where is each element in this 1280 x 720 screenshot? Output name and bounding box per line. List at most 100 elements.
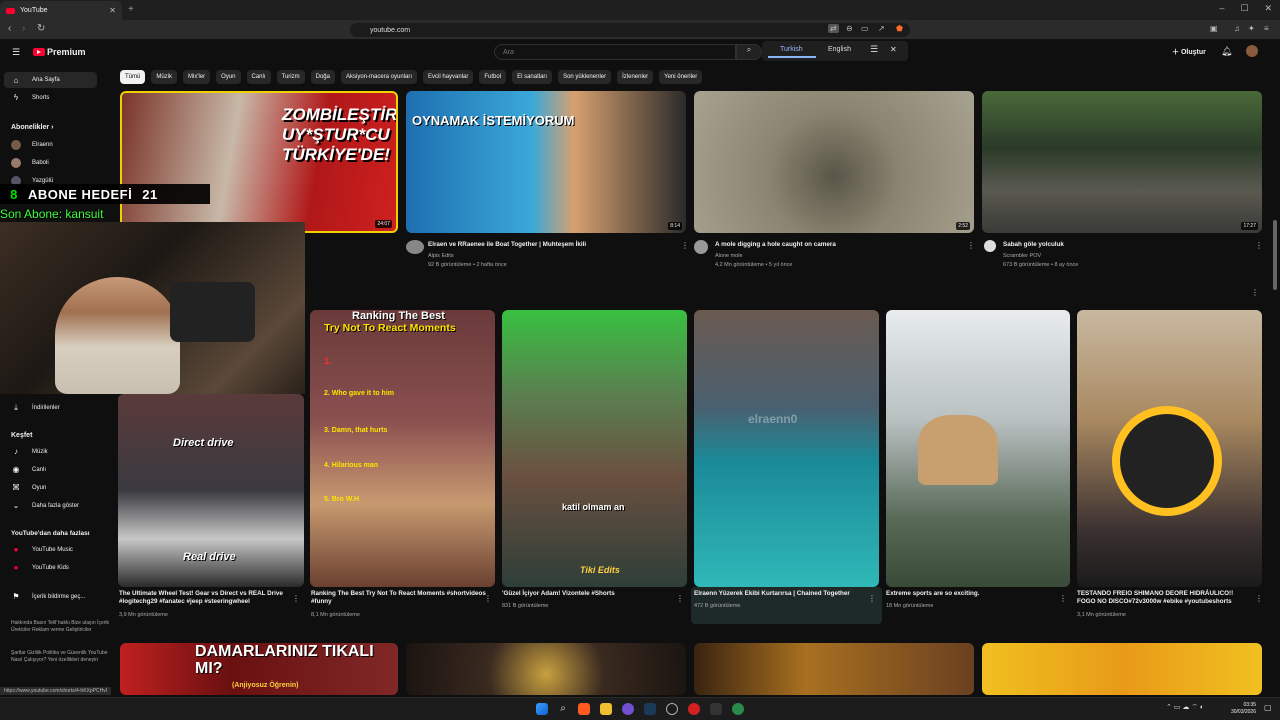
zoom-icon[interactable]: ⊖ (846, 24, 853, 33)
back-icon[interactable]: ‹ (8, 23, 11, 34)
video-thumbnail[interactable] (406, 643, 686, 695)
notifications-bell-icon[interactable]: 🔔︎ (1221, 46, 1232, 57)
short-title[interactable]: TESTANDO FREIO SHIMANO DEORE HIDRÁULICO!… (1077, 590, 1252, 606)
sidebar-item-live[interactable]: ◉ Canlı (11, 465, 47, 474)
short-title[interactable]: 'Güzel İçiyor Adam! Vizontele #Shorts (502, 590, 677, 598)
chip[interactable]: Oyun (216, 70, 241, 84)
translate-from-tab[interactable]: Turkish (780, 46, 803, 53)
menu-icon[interactable]: ≡ (1264, 24, 1269, 33)
discord-icon[interactable] (622, 703, 634, 715)
url-field[interactable]: youtube.com (350, 23, 910, 37)
start-icon[interactable] (536, 703, 548, 715)
sidebar-toggle-icon[interactable]: ▣ (1210, 24, 1218, 33)
short-title[interactable]: The Ultimate Wheel Test! Gear vs Direct … (119, 590, 294, 606)
video-thumbnail[interactable] (982, 643, 1262, 695)
taskbar-search-icon[interactable]: ⌕ (557, 703, 569, 715)
channel-avatar[interactable] (406, 240, 424, 254)
more-options-icon[interactable]: ⋮ (1255, 594, 1263, 603)
video-thumbnail[interactable]: OYNAMAK İSTEMİYORUM 8:14 (406, 91, 686, 233)
channel-name[interactable]: Alpis Edits (428, 252, 454, 260)
sidebar-item-report[interactable]: ⚑ İçerik bildirme geç... (11, 592, 85, 601)
brave-shield-icon[interactable]: ⬟ (896, 24, 903, 33)
short-thumbnail[interactable] (886, 310, 1070, 587)
more-options-icon[interactable]: ⋮ (484, 594, 492, 603)
more-options-icon[interactable]: ⋮ (676, 594, 684, 603)
chip[interactable]: Yeni öneriler (659, 70, 703, 84)
video-title[interactable]: Elraen ve RRaenee ile Boat Together | Mu… (428, 241, 586, 249)
video-thumbnail[interactable] (694, 643, 974, 695)
translate-close-icon[interactable]: ✕ (890, 45, 897, 54)
page-scrollbar[interactable] (1273, 220, 1277, 290)
sidebar-item-yt-music[interactable]: ● YouTube Music (11, 545, 73, 554)
more-options-icon[interactable]: ⋮ (868, 594, 876, 603)
chip[interactable]: Evcil hayvanlar (423, 70, 474, 84)
new-tab-button[interactable]: + (128, 4, 134, 15)
translate-icon[interactable]: ⇄ (828, 24, 839, 33)
chip[interactable]: El sanatları (512, 70, 553, 84)
browser-tab[interactable]: YouTube ✕ (0, 1, 122, 20)
footer-links-1[interactable]: Hakkında Basın Telif hakkı Bize ulaşın İ… (11, 620, 111, 633)
short-title[interactable]: Extreme sports are so exciting. (886, 590, 1061, 598)
translate-menu-icon[interactable]: ☰ (870, 44, 878, 55)
create-button[interactable]: ＋ Oluştur (1172, 47, 1206, 57)
video-title[interactable]: Sabah göle yolculuk (1003, 241, 1064, 249)
steam-icon[interactable] (644, 703, 656, 715)
short-title[interactable]: Elraenn Yüzerek Ekibi Kurtarırsa | Chain… (694, 590, 869, 598)
chip[interactable]: Müzik (151, 70, 178, 84)
settings-icon[interactable] (666, 703, 678, 715)
sidebar-channel[interactable]: Elraenn (11, 140, 53, 150)
chip[interactable]: Tümü (120, 70, 146, 84)
xbox-icon[interactable] (732, 703, 744, 715)
hamburger-menu-icon[interactable]: ☰ (12, 47, 20, 58)
chip[interactable]: Futbol (479, 70, 507, 84)
search-input[interactable]: Ara (494, 44, 736, 60)
search-button[interactable]: ⌕ (736, 44, 762, 60)
chip[interactable]: Mix'ler (183, 70, 211, 84)
music-icon[interactable]: ♫ (1234, 24, 1240, 33)
video-thumbnail[interactable]: ZOMBİLEŞTİREN UY*ŞTUR*CU TÜRKİYE'DE! 24:… (120, 91, 398, 233)
minimize-icon[interactable]: – (1219, 3, 1224, 14)
short-title[interactable]: Ranking The Best Try Not To React Moment… (311, 590, 486, 606)
chip[interactable]: Turizm (276, 70, 305, 84)
channel-avatar[interactable] (694, 240, 708, 254)
short-thumbnail[interactable]: katil olmam an Tiki Edits (502, 310, 687, 587)
shorts-shelf-options-icon[interactable]: ⋮ (1251, 288, 1259, 297)
channel-avatar[interactable] (984, 240, 996, 252)
tray-icons[interactable]: ⌃ ▭ ☁ ⌔ ◐ (1166, 703, 1204, 712)
sidebar-item-show-more[interactable]: ⌄ Daha fazla göster (11, 501, 79, 510)
short-thumbnail[interactable] (1077, 310, 1262, 587)
forward-icon[interactable]: › (22, 23, 25, 34)
cast-icon[interactable]: ▭ (861, 24, 869, 33)
reload-icon[interactable]: ↻ (37, 23, 45, 34)
close-tab-icon[interactable]: ✕ (109, 6, 116, 15)
youtube-logo[interactable]: Premium (33, 47, 86, 57)
more-options-icon[interactable]: ⋮ (1255, 241, 1263, 250)
chip[interactable]: Doğa (310, 70, 335, 84)
short-thumbnail[interactable]: Direct drive Real drive (118, 394, 304, 587)
brave-icon[interactable] (578, 703, 590, 715)
footer-links-2[interactable]: Şartlar Gizlilik Politika ve Güvenlik Yo… (11, 650, 111, 663)
sidebar-item-music[interactable]: ♪ Müzik (11, 447, 48, 456)
short-thumbnail[interactable]: elraenn0 (694, 310, 879, 587)
maximize-icon[interactable]: ☐ (1240, 3, 1248, 14)
more-options-icon[interactable]: ⋮ (681, 241, 689, 250)
notification-icon[interactable]: ▢ (1264, 703, 1272, 712)
sidebar-item-yt-kids[interactable]: ● YouTube Kids (11, 563, 69, 572)
channel-name[interactable]: Scrambler POV (1003, 252, 1041, 260)
subscriptions-heading[interactable]: Abonelikler › (11, 124, 53, 131)
sidebar-item-gaming[interactable]: ⌘ Oyun (11, 483, 46, 492)
taskbar-clock[interactable]: 03:35 30/03/2026 (1231, 702, 1256, 716)
chip[interactable]: Son yüklenenler (558, 70, 612, 84)
short-thumbnail[interactable]: Ranking The Best Try Not To React Moment… (310, 310, 495, 587)
share-icon[interactable]: ↗ (878, 24, 885, 33)
more-options-icon[interactable]: ⋮ (292, 594, 300, 603)
close-window-icon[interactable]: ✕ (1264, 3, 1272, 14)
sidebar-channel[interactable]: Baboli (11, 158, 49, 168)
chip[interactable]: Aksiyon-macera oyunları (340, 70, 418, 84)
sidebar-item-shorts[interactable]: ϟ Shorts (11, 93, 49, 102)
channel-name[interactable]: Alone mole (715, 252, 743, 260)
translate-to-tab[interactable]: English (828, 46, 851, 53)
video-title[interactable]: A mole digging a hole caught on camera (715, 241, 836, 249)
sidebar-item-downloads[interactable]: ⤓ İndirilenler (11, 403, 59, 413)
video-thumbnail[interactable]: DAMARLARINIZ TIKALI MI? (Anjiyosuz Öğren… (120, 643, 398, 695)
